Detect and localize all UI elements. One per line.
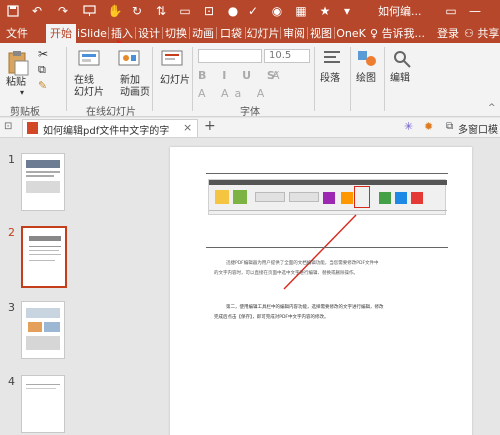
drawing-label[interactable]: 绘图: [356, 73, 376, 85]
ribbon: 粘贴 ▾ ✂ ⧉ ✎ 剪贴板 在线 幻灯片 新加 动画页 在线幻灯片 幻灯片 1…: [0, 43, 500, 118]
editing-icon[interactable]: [392, 49, 412, 72]
slide-editing-canvas: 迅捷PDF编辑器为用户提供了全面的文档编辑功能，当您需要修改PDF文件中 的文字…: [80, 139, 500, 435]
tab-view[interactable]: 视图: [308, 24, 334, 43]
slide-thumbnail[interactable]: [21, 153, 65, 211]
multi-window-label[interactable]: 多窗口模: [458, 121, 498, 136]
cut-icon[interactable]: ✂: [38, 47, 48, 61]
slide-page[interactable]: 迅捷PDF编辑器为用户提供了全面的文档编辑功能，当您需要修改PDF文件中 的文字…: [170, 147, 472, 435]
multi-window-icon[interactable]: ⧉: [446, 121, 453, 132]
tab-home[interactable]: 开始: [46, 24, 76, 43]
slide-number: 2: [8, 226, 15, 239]
tab-menu-icon[interactable]: ⊡: [4, 121, 12, 132]
powerpoint-file-icon: [27, 122, 38, 134]
camera-icon[interactable]: ⊡: [200, 2, 218, 20]
online-slides-group-label: 在线幻灯片: [86, 107, 136, 118]
slide-thumbnail-pane: 1 2 3 4: [0, 139, 80, 435]
copy-icon[interactable]: ⧉: [38, 63, 46, 77]
group-separator: [384, 47, 385, 111]
touch-mode-icon[interactable]: ✋: [106, 2, 124, 20]
paste-dropdown-icon[interactable]: ▾: [20, 87, 24, 99]
refresh-icon[interactable]: ↻: [128, 2, 146, 20]
group-separator: [66, 47, 67, 111]
sort-icon[interactable]: ⇅: [152, 2, 170, 20]
paragraph-icon[interactable]: [322, 49, 342, 70]
online-slides-label[interactable]: 在线 幻灯片: [74, 75, 104, 99]
header-rule: [206, 173, 448, 174]
group-separator: [350, 47, 351, 111]
body-paragraph-1-line-1: 迅捷PDF编辑器为用户提供了全面的文档编辑功能，当您需要修改PDF文件中: [226, 261, 379, 266]
slide-thumbnail-selected[interactable]: [21, 226, 67, 288]
ribbon-options-icon[interactable]: ▭: [442, 2, 460, 20]
editing-label[interactable]: 编辑: [390, 73, 410, 85]
login-button[interactable]: 登录: [434, 24, 462, 43]
group-separator: [192, 47, 193, 111]
group-separator: [314, 47, 315, 111]
start-presentation-icon[interactable]: [80, 2, 98, 20]
tab-onek[interactable]: OneK: [335, 24, 367, 43]
clear-format-icon[interactable]: A̸: [272, 69, 280, 82]
ribbon-tab-bar: 文件 开始 iSlide 插入 设计 切换 动画 口袋 幻灯片 审阅 视图 On…: [0, 22, 500, 43]
document-tab[interactable]: 如何编辑pdf文件中文字的字 ×: [22, 119, 198, 137]
new-anim-page-label[interactable]: 新加 动画页: [120, 75, 150, 99]
annotation-line-icon: [283, 214, 357, 290]
tell-me-search[interactable]: ♀ 告诉我...: [370, 24, 430, 43]
share-button[interactable]: ⚇ 共享: [464, 24, 500, 43]
redo-icon[interactable]: ↷: [54, 2, 72, 20]
font-size-combobox[interactable]: 10.5: [264, 49, 310, 63]
slide-number: 3: [8, 301, 15, 314]
customize-qa-icon[interactable]: ▾: [338, 2, 356, 20]
online-slides-icon[interactable]: [78, 49, 100, 72]
new-slide-icon[interactable]: [160, 49, 184, 72]
title-bar: ↶ ↷ ✋ ↻ ⇅ ▭ ⊡ ● ✓ ◉ ▦ ★ ▾ 如何编... ▭ —: [0, 0, 500, 22]
settings-icon[interactable]: ✹: [424, 120, 433, 133]
lightbulb-icon: ♀: [370, 27, 379, 40]
font-name-combobox[interactable]: [198, 49, 262, 63]
body-paragraph-1-line-2: 的文字内容时，可以直接在页面中选中文字进行编辑、替换或删除操作。: [214, 271, 358, 276]
slides-label[interactable]: 幻灯片: [160, 75, 190, 87]
tab-islide[interactable]: iSlide: [76, 24, 108, 43]
font-group-label: 字体: [240, 107, 260, 118]
check-icon[interactable]: ✓: [244, 2, 262, 20]
document-tab-title: 如何编辑pdf文件中文字的字: [43, 126, 170, 137]
tab-transitions[interactable]: 切换: [163, 24, 189, 43]
font-color-buttons[interactable]: A Aa A: [198, 87, 270, 100]
record2-icon[interactable]: ◉: [268, 2, 286, 20]
undo-icon[interactable]: ↶: [28, 2, 46, 20]
record-icon[interactable]: ●: [224, 2, 242, 20]
new-slide-qa-icon[interactable]: ▭: [176, 2, 194, 20]
pin-icon[interactable]: ✳: [404, 120, 413, 133]
format-painter-icon[interactable]: ✎: [38, 79, 47, 92]
paste-icon[interactable]: [6, 49, 30, 80]
save-icon[interactable]: [4, 2, 22, 20]
font-format-buttons[interactable]: B I U S: [198, 69, 281, 82]
body-paragraph-2-line-1: 第二，使用编辑工具栏中的编辑内容功能，选择需要修改的文字进行编辑，修改: [226, 305, 384, 310]
grid-icon[interactable]: ▦: [292, 2, 310, 20]
document-tab-strip: ⊡ 如何编辑pdf文件中文字的字 × + ✳ ✹ ⧉ 多窗口模: [0, 118, 500, 138]
tab-slideshow[interactable]: 幻灯片: [246, 24, 280, 43]
embedded-screenshot: [208, 179, 447, 215]
new-anim-page-icon[interactable]: [118, 49, 140, 72]
tab-file[interactable]: 文件: [2, 24, 32, 43]
tab-pocket[interactable]: 口袋: [217, 24, 245, 43]
clipboard-group-label: 剪贴板: [10, 107, 40, 118]
slide-thumbnail[interactable]: [21, 301, 65, 359]
minimize-icon[interactable]: —: [466, 2, 484, 20]
window-title: 如何编...: [378, 5, 422, 18]
tab-animations[interactable]: 动画: [190, 24, 216, 43]
star-icon[interactable]: ★: [316, 2, 334, 20]
body-paragraph-2-line-2: 完成后点击【保存】，即可完成对PDF中文字内容的修改。: [214, 315, 329, 320]
slide-number: 4: [8, 375, 15, 388]
section-rule: [206, 247, 448, 248]
collapse-ribbon-icon[interactable]: ^: [488, 103, 496, 113]
slide-thumbnail[interactable]: [21, 375, 65, 433]
slide-number: 1: [8, 153, 15, 166]
close-tab-icon[interactable]: ×: [183, 121, 192, 134]
tab-review[interactable]: 审阅: [281, 24, 307, 43]
new-tab-icon[interactable]: +: [204, 118, 216, 134]
paragraph-label[interactable]: 段落: [320, 73, 340, 85]
drawing-icon[interactable]: [356, 49, 378, 72]
group-separator: [152, 47, 153, 111]
person-icon: ⚇: [464, 27, 474, 40]
